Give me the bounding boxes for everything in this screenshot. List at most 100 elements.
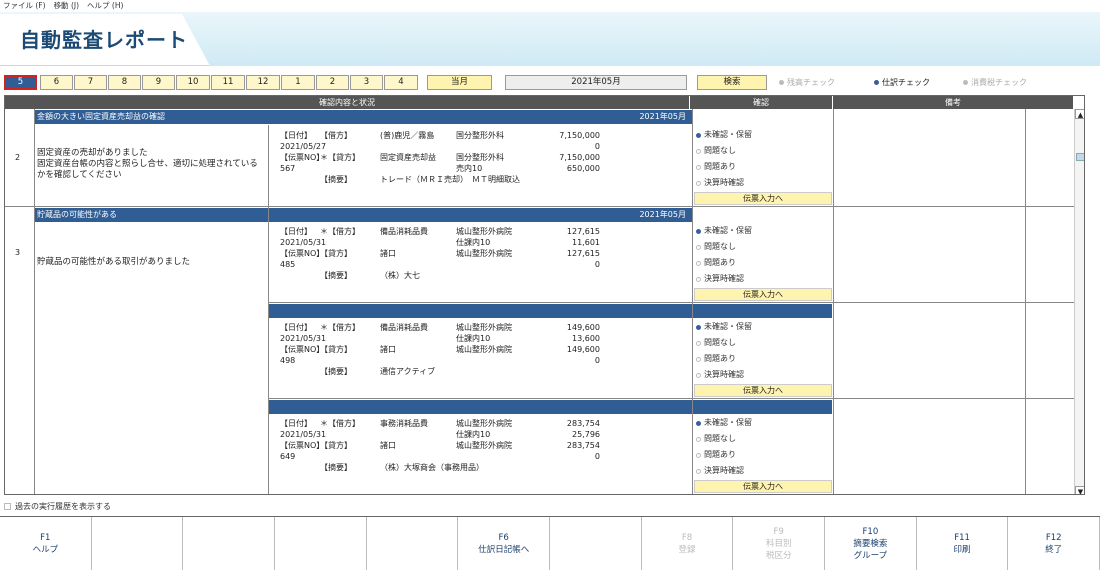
- fkey-F1[interactable]: F1 ヘルプ: [0, 517, 92, 570]
- toolbar: 5 6 7 8 9 10 11 12 1 2 3 4 当月 2021年05月 検索 残高チェック 仕訳チェック消…: [0, 74, 1100, 92]
- month-button-1[interactable]: 1: [281, 75, 315, 90]
- confirm-option-2[interactable]: 問題あり: [694, 159, 832, 175]
- entry-cell: 城山整形外病院: [456, 227, 512, 236]
- fkey-blank-6: [550, 517, 642, 570]
- entry-cell: 【日付】: [280, 131, 312, 140]
- history-checkbox[interactable]: [4, 502, 11, 510]
- slip-entry-button[interactable]: 伝票入力へ: [694, 384, 832, 397]
- col-divider: [833, 109, 834, 494]
- entry-cell: 諸口: [380, 345, 396, 354]
- fkey-label: 印刷: [953, 544, 971, 555]
- month-button-9[interactable]: 9: [142, 75, 175, 90]
- option-label: 問題なし: [704, 146, 736, 155]
- confirm-option-1[interactable]: 問題なし: [694, 143, 832, 159]
- radio-dot-icon: [874, 80, 879, 85]
- month-button-12[interactable]: 12: [246, 75, 280, 90]
- journal-entry: 【日付】 ＊【借方】 備品消耗品費 城山整形外病院 149,600 2021/05/31 仕…: [280, 322, 690, 377]
- fkey-F9[interactable]: F9 科目別 税区分: [733, 517, 826, 570]
- entry-cell: （株）大七: [380, 271, 420, 280]
- confirm-option-0[interactable]: 未確認・保留: [694, 223, 832, 239]
- confirm-option-3[interactable]: 決算時確認: [694, 175, 832, 191]
- month-button-8[interactable]: 8: [108, 75, 141, 90]
- header-confirm: 確認: [690, 96, 833, 109]
- check-mode-radio-1[interactable]: 仕訳チェック: [874, 77, 930, 88]
- scroll-thumb[interactable]: [1076, 153, 1084, 161]
- confirm-option-2[interactable]: 問題あり: [694, 255, 832, 271]
- section-header: 貯蔵品の可能性がある 2021年05月: [35, 208, 692, 222]
- check-mode-radio-2[interactable]: 消費税チェック: [963, 77, 1027, 88]
- fkey-F11[interactable]: F11 印刷: [916, 517, 1009, 570]
- fkey-F6[interactable]: F6 仕訳日記帳へ: [458, 517, 551, 570]
- entry-amount: 25,796: [572, 430, 600, 439]
- scrollbar[interactable]: ▲ ▼: [1074, 109, 1084, 494]
- month-button-2[interactable]: 2: [316, 75, 349, 90]
- section-header: 金額の大きい固定資産売却益の確認 2021年05月: [35, 110, 692, 124]
- year-month-field[interactable]: 2021年05月: [505, 75, 687, 90]
- radio-dot-icon: [963, 80, 968, 85]
- slip-entry-button[interactable]: 伝票入力へ: [694, 288, 832, 301]
- entry-line: 【日付】 ＊【借方】 備品消耗品費 城山整形外病院 127,615: [280, 226, 690, 237]
- confirm-option-3[interactable]: 決算時確認: [694, 271, 832, 287]
- entry-cell: 通信アクティブ: [380, 367, 436, 376]
- fkey-F10[interactable]: F10 摘要検索 グループ: [825, 517, 917, 570]
- month-button-3[interactable]: 3: [350, 75, 383, 90]
- menu-file[interactable]: ファイル (F): [3, 0, 46, 12]
- fkey-blank-1: [91, 517, 184, 570]
- entry-amount: 149,600: [566, 323, 600, 332]
- confirm-option-0[interactable]: 未確認・保留: [694, 127, 832, 143]
- option-label: 未確認・保留: [704, 322, 752, 331]
- month-button-10[interactable]: 10: [176, 75, 210, 90]
- confirm-option-1[interactable]: 問題なし: [694, 239, 832, 255]
- scroll-up-icon[interactable]: ▲: [1075, 109, 1084, 119]
- entry-amount: 11,601: [572, 238, 600, 247]
- fkey-blank-2: [183, 517, 276, 570]
- entry-cell: 固定資産売却益: [380, 153, 436, 162]
- menu-help[interactable]: ヘルプ (H): [87, 0, 123, 12]
- search-button[interactable]: 検索: [697, 75, 767, 90]
- confirm-option-3[interactable]: 決算時確認: [694, 463, 832, 479]
- confirm-options: 未確認・保留問題なし 問題あり 決算時確認: [694, 319, 832, 383]
- col-divider: [268, 125, 269, 494]
- month-button-6[interactable]: 6: [40, 75, 73, 90]
- entry-cell: 城山整形外病院: [456, 323, 512, 332]
- confirm-option-2[interactable]: 問題あり: [694, 447, 832, 463]
- slip-entry-button[interactable]: 伝票入力へ: [694, 480, 832, 493]
- history-toggle[interactable]: 過去の実行履歴を表示する: [4, 500, 111, 512]
- fkey-F12[interactable]: F12 終了: [1008, 517, 1100, 570]
- confirm-option-1[interactable]: 問題なし: [694, 335, 832, 351]
- row-divider: [268, 302, 1074, 303]
- month-button-11[interactable]: 11: [211, 75, 245, 90]
- option-label: 問題あり: [704, 258, 736, 267]
- entry-cell: 【伝票NO】: [280, 441, 325, 450]
- entry-cell: ＊【借方】: [320, 419, 360, 428]
- menu-move[interactable]: 移動 (J): [54, 0, 79, 12]
- entry-cell: 国分整形外科: [456, 131, 504, 140]
- month-button-5[interactable]: 5: [4, 75, 37, 90]
- fkey-F8[interactable]: F8 登録: [641, 517, 734, 570]
- confirm-option-0[interactable]: 未確認・保留: [694, 319, 832, 335]
- entry-cell: 売内10: [456, 164, 483, 173]
- section-title: 貯蔵品の可能性がある: [37, 210, 117, 219]
- radio-icon: [696, 132, 701, 138]
- scroll-down-icon[interactable]: ▼: [1075, 486, 1084, 494]
- confirm-option-0[interactable]: 未確認・保留: [694, 415, 832, 431]
- fkey-code: F9: [773, 526, 784, 537]
- entry-cell: 【借方】: [320, 131, 352, 140]
- entry-line: 2021/05/31 仕課内10 13,600: [280, 333, 690, 344]
- entry-line: 498 0: [280, 355, 690, 366]
- check-mode-radio-0[interactable]: 残高チェック: [779, 77, 835, 88]
- entry-cell: 2021/05/27: [280, 142, 327, 151]
- entry-separator: [692, 400, 832, 414]
- confirm-option-1[interactable]: 問題なし: [694, 431, 832, 447]
- fkey-label: 終了: [1045, 544, 1063, 555]
- confirm-option-2[interactable]: 問題あり: [694, 351, 832, 367]
- col-divider: [34, 109, 35, 494]
- entry-cell: 諸口: [380, 441, 396, 450]
- confirm-option-3[interactable]: 決算時確認: [694, 367, 832, 383]
- slip-entry-button[interactable]: 伝票入力へ: [694, 192, 832, 205]
- current-month-button[interactable]: 当月: [427, 75, 492, 90]
- radio-label: 残高チェック: [787, 78, 835, 87]
- month-button-4[interactable]: 4: [384, 75, 418, 90]
- month-button-7[interactable]: 7: [74, 75, 107, 90]
- entry-line: 【日付】 ＊【借方】 備品消耗品費 城山整形外病院 149,600: [280, 322, 690, 333]
